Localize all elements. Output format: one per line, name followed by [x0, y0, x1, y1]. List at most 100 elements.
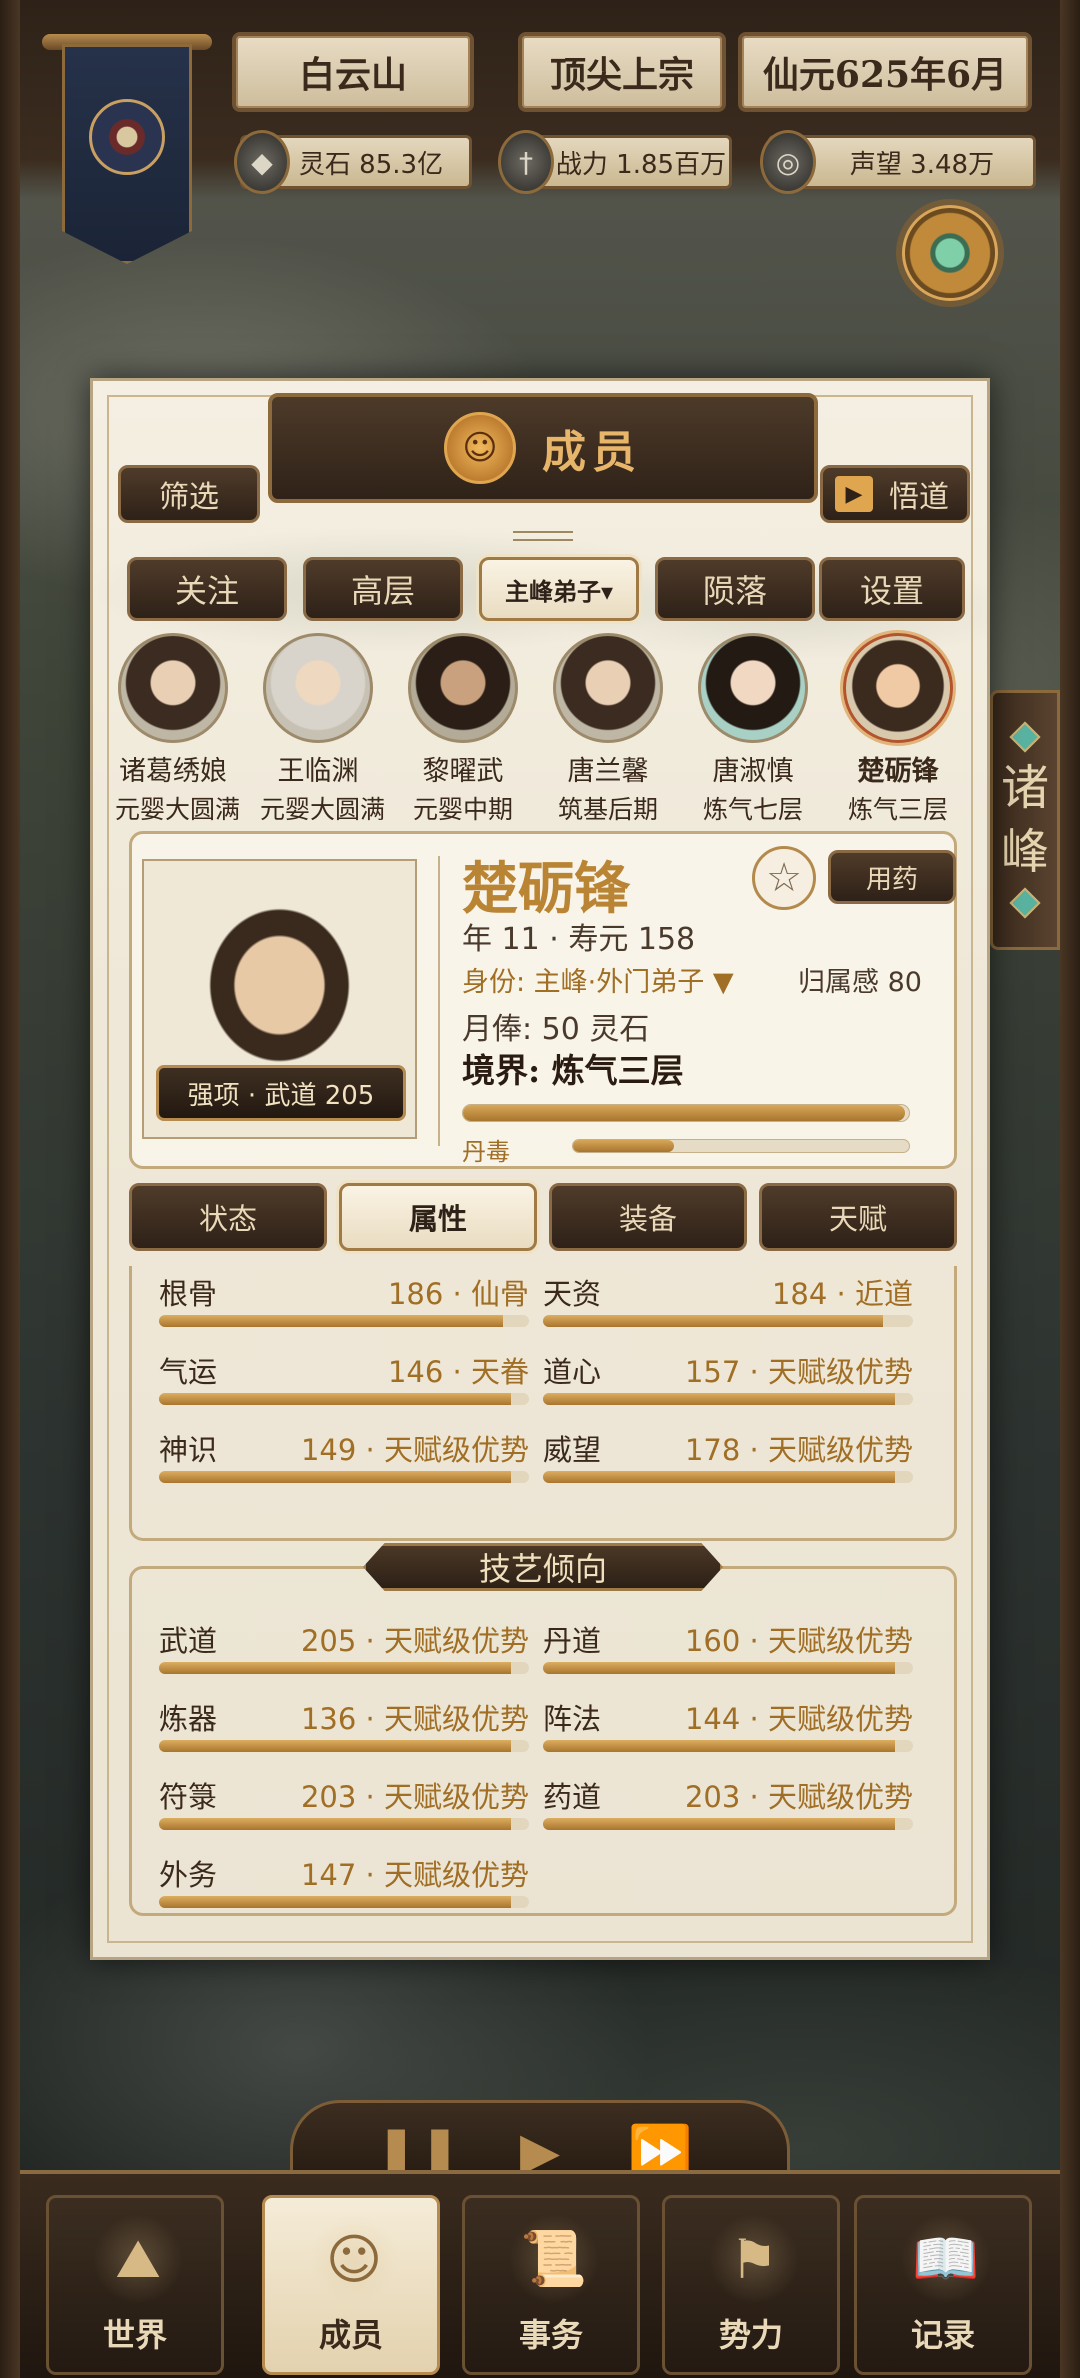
cultivation-progress-bar	[462, 1104, 910, 1122]
book-icon: 📖	[901, 2214, 991, 2304]
member-name: 唐兰馨	[567, 756, 649, 787]
stat-bar-fill	[159, 1393, 511, 1405]
divider	[438, 856, 440, 1146]
enlighten-label: 悟道	[889, 480, 949, 515]
avatar	[553, 633, 663, 743]
member-avatar[interactable]: 唐淑慎 炼气七层	[695, 633, 811, 826]
stat-bar-fill	[159, 1471, 511, 1483]
nav-members[interactable]: ☺ 成员	[262, 2195, 440, 2375]
poison-label: 丹毒	[462, 1138, 510, 1166]
stat-row-skills: 丹道 160 · 天赋级优势	[543, 1618, 913, 1678]
flag-icon: ⚑	[709, 2214, 799, 2304]
stat-row-attributes: 神识 149 · 天赋级优势	[159, 1427, 529, 1487]
sword-icon: †	[498, 130, 554, 194]
location-plate[interactable]: 白云山	[232, 32, 474, 112]
stat-value: 146 · 天眷	[387, 1355, 529, 1389]
stat-value: 203 · 天赋级优势	[300, 1780, 529, 1814]
stat-value: 147 · 天赋级优势	[300, 1858, 529, 1892]
poison-bar	[572, 1139, 910, 1153]
nav-label: 势力	[718, 2316, 783, 2354]
enlighten-button[interactable]: ▶ 悟道	[820, 465, 970, 523]
stat-bar-fill	[159, 1315, 504, 1327]
member-avatar[interactable]: 黎曜武 元婴中期	[405, 633, 521, 826]
sect-banner-icon[interactable]	[42, 24, 212, 274]
stat-bar-fill	[543, 1471, 895, 1483]
reputation-icon: ◎	[760, 130, 816, 194]
salary-value: 月俸: 50 灵石	[462, 1012, 650, 1047]
stat-bar-fill	[159, 1662, 511, 1674]
tab-fallen[interactable]: 陨落	[655, 557, 815, 621]
stat-label: 外务	[159, 1858, 218, 1892]
member-realm: 筑基后期	[557, 795, 658, 824]
cultivation-progress-fill	[463, 1105, 905, 1121]
stat-bar	[159, 1471, 529, 1483]
member-avatar[interactable]: 唐兰馨 筑基后期	[550, 633, 666, 826]
tab-senior[interactable]: 高层	[303, 557, 463, 621]
stat-label: 武道	[159, 1624, 218, 1658]
tab-settings[interactable]: 设置	[819, 557, 965, 621]
stat-value: 186 · 仙骨	[387, 1277, 529, 1311]
stat-label: 气运	[159, 1355, 218, 1389]
member-realm: 元婴大圆满	[260, 795, 386, 824]
stat-bar	[159, 1740, 529, 1752]
avatar	[698, 633, 808, 743]
stat-bar	[159, 1393, 529, 1405]
age-lifespan: 年 11 · 寿元 158	[462, 922, 696, 957]
stat-value: 144 · 天赋级优势	[684, 1702, 913, 1736]
gem-icon	[1009, 887, 1041, 919]
person-icon: ☺	[309, 2214, 399, 2304]
nav-world[interactable]: ⛰ 世界	[46, 2195, 224, 2375]
stat-label: 道心	[543, 1355, 602, 1389]
video-icon: ▶	[835, 476, 873, 512]
member-realm: 炼气七层	[702, 795, 803, 824]
stat-bar	[159, 1315, 529, 1327]
member-realm: 元婴中期	[412, 795, 513, 824]
member-realm: 元婴大圆满	[115, 795, 241, 824]
identity-dropdown[interactable]: 身份: 主峰·外门弟子 ▼	[462, 960, 734, 999]
nav-affairs[interactable]: 📜 事务	[462, 2195, 640, 2375]
right-frame	[1060, 0, 1080, 2378]
tab-status[interactable]: 状态	[129, 1183, 327, 1251]
stat-bar	[543, 1393, 913, 1405]
stat-value: 178 · 天赋级优势	[684, 1433, 913, 1467]
tab-talent[interactable]: 天赋	[759, 1183, 957, 1251]
panel-title-plate: ☺ 成员	[268, 393, 818, 503]
filter-button[interactable]: 筛选	[118, 465, 260, 523]
stat-value: 149 · 天赋级优势	[300, 1433, 529, 1467]
tab-main-peak-disciples[interactable]: 主峰弟子▾	[479, 557, 639, 621]
stat-value: 184 · 近道	[771, 1277, 913, 1311]
stat-label: 根骨	[159, 1277, 218, 1311]
member-avatar[interactable]: 诸葛绣娘 元婴大圆满	[115, 633, 241, 826]
stat-label: 符箓	[159, 1780, 218, 1814]
date-plate[interactable]: 仙元625年6月	[738, 32, 1032, 112]
stat-bar	[543, 1471, 913, 1483]
spirit-stone-icon: ◆	[234, 130, 290, 194]
gear-icon[interactable]	[902, 205, 998, 301]
avatar	[843, 633, 953, 743]
sect-rank-plate[interactable]: 顶尖上宗	[518, 32, 726, 112]
tab-follow[interactable]: 关注	[127, 557, 287, 621]
member-name-title: 楚砺锋	[462, 856, 630, 922]
tab-attributes[interactable]: 属性	[339, 1183, 537, 1251]
nav-factions[interactable]: ⚑ 势力	[662, 2195, 840, 2375]
side-tab-peaks[interactable]: 诸 峰	[990, 690, 1060, 950]
stat-label: 丹道	[543, 1624, 602, 1658]
nav-records[interactable]: 📖 记录	[854, 2195, 1032, 2375]
skills-title: 技艺倾向	[363, 1543, 723, 1591]
stat-bar-fill	[159, 1896, 511, 1908]
star-icon[interactable]: ☆	[752, 846, 816, 910]
stat-row-skills: 药道 203 · 天赋级优势	[543, 1774, 913, 1834]
member-name: 黎曜武	[422, 756, 504, 787]
member-avatar[interactable]: 王临渊 元婴大圆满	[260, 633, 386, 826]
member-name: 楚砺锋	[857, 756, 939, 787]
member-avatar-selected[interactable]: 楚砺锋 炼气三层	[840, 633, 956, 826]
side-tab-char: 诸	[1000, 760, 1049, 816]
stat-bar-fill	[543, 1393, 895, 1405]
stat-bar	[543, 1315, 913, 1327]
use-medicine-button[interactable]: 用药	[828, 850, 956, 904]
stat-row-skills: 炼器 136 · 天赋级优势	[159, 1696, 529, 1756]
stat-label: 药道	[543, 1780, 602, 1814]
ornament-divider	[513, 531, 573, 541]
stat-row-attributes: 气运 146 · 天眷	[159, 1349, 529, 1409]
tab-equipment[interactable]: 装备	[549, 1183, 747, 1251]
